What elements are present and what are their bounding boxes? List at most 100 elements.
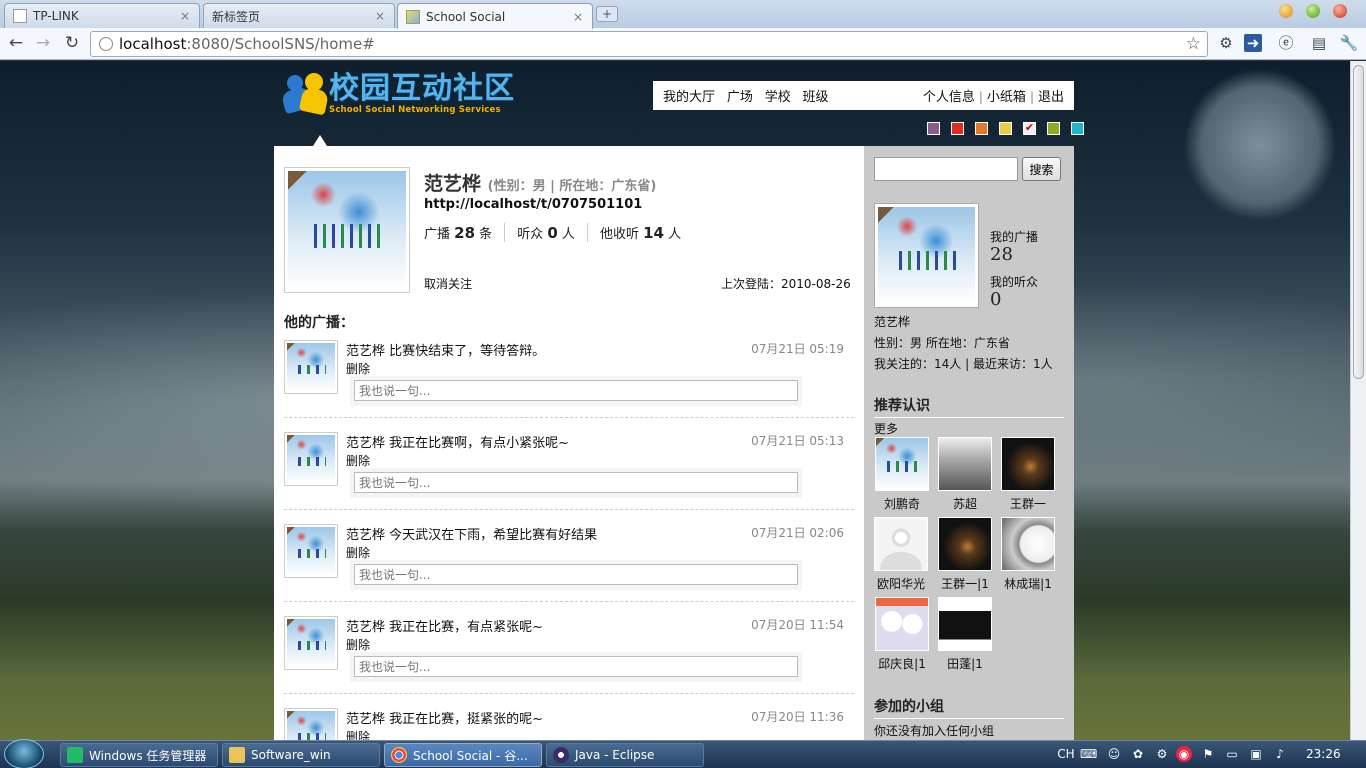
minimize-icon[interactable] [1279,4,1293,18]
post-avatar[interactable] [284,524,338,578]
stat-broadcasts[interactable]: 广播 28 条 [424,223,506,242]
delete-post-link[interactable]: 删除 [346,728,370,740]
page-viewport: 校园互动社区 School Social Networking Services… [0,61,1350,740]
system-clock[interactable]: 23:26 [1306,747,1341,761]
delete-post-link[interactable]: 删除 [346,360,370,377]
theme-swatch-orange[interactable] [975,122,988,135]
tab-new-tab[interactable]: 新标签页 × [203,3,395,28]
start-button-windows-icon[interactable] [4,739,44,768]
volume-icon[interactable]: ♪ [1272,746,1288,762]
nav-class-link[interactable]: 班级 [803,90,829,105]
extension-icon[interactable]: ⚙ [1215,32,1237,54]
post-avatar[interactable] [284,616,338,670]
my-followers-label[interactable]: 我的听众 [990,273,1038,290]
close-icon[interactable]: × [572,10,584,24]
maximize-icon[interactable] [1306,4,1320,18]
qq-icon[interactable]: ☺ [1106,746,1122,762]
wind-chime-photo [287,619,335,667]
antivirus-icon[interactable]: ◉ [1176,746,1192,762]
last-login-date: 2010-08-26 [781,277,851,291]
profile-avatar[interactable] [284,167,410,293]
theme-swatch-selected-check-icon[interactable]: ✔ [1023,122,1036,135]
reply-input[interactable] [354,656,798,677]
address-bar[interactable]: localhost:8080/SchoolSNS/home# ☆ [90,31,1208,57]
nav-hall-link[interactable]: 我的大厅 [663,90,715,105]
tray-app-icon[interactable]: ✿ [1130,746,1146,762]
stat-following[interactable]: 他收听 14 人 [600,223,693,242]
unfollow-link[interactable]: 取消关注 [424,275,472,292]
back-button[interactable]: ← [4,32,28,56]
friend-card[interactable]: 邱庆良|1 [872,597,932,672]
theme-swatch-purple[interactable] [927,122,940,135]
my-avatar[interactable] [874,203,979,308]
device-icon[interactable]: ▭ [1224,746,1240,762]
friend-card[interactable]: 田蓬|1 [935,597,995,672]
keyboard-icon[interactable]: ⌨ [1080,746,1097,762]
new-tab-button[interactable]: + [596,6,618,22]
scrollbar-thumb[interactable] [1353,65,1364,379]
tab-school-social[interactable]: School Social × [397,3,593,29]
nav-logout-link[interactable]: 退出 [1038,90,1064,105]
reload-button[interactable]: ↻ [60,32,84,56]
reply-input[interactable] [354,380,798,401]
chrome-taskbar-button[interactable]: School Social - 谷... [384,743,542,767]
post-avatar[interactable] [284,340,338,394]
search-button[interactable]: 搜索 [1022,157,1061,181]
page-menu-icon[interactable]: ▤ [1308,32,1330,54]
reply-input[interactable] [354,564,798,585]
friend-card[interactable]: 王群一|1 [934,517,996,592]
network-icon[interactable]: ⚙ [1154,746,1170,762]
theme-swatch-yellow[interactable] [999,122,1012,135]
profile-name: 范艺桦 [424,173,482,195]
globe-icon [99,37,113,51]
friend-card[interactable]: 林成瑞|1 [997,517,1059,592]
stat-label: 广播 [424,227,451,242]
ime-indicator[interactable]: CH [1056,746,1076,762]
wrench-icon[interactable]: 🔧 [1338,32,1360,54]
url-text[interactable]: localhost:8080/SchoolSNS/home# [119,35,1186,53]
reply-input[interactable] [354,472,798,493]
stat-followers[interactable]: 听众 0 人 [517,223,588,242]
close-window-icon[interactable] [1333,4,1347,18]
close-icon[interactable]: × [374,9,386,23]
friend-name: 林成瑞|1 [1004,577,1052,591]
post-avatar[interactable] [284,432,338,486]
friend-card[interactable]: 刘鹏奇 [874,437,930,512]
delete-post-link[interactable]: 删除 [346,452,370,469]
software-folder-taskbar-button[interactable]: Software_win [222,743,380,767]
task-manager-taskbar-button[interactable]: Windows 任务管理器 [60,743,218,767]
delete-post-link[interactable]: 删除 [346,544,370,561]
post-text: 范艺桦 比赛快结束了，等待答辩。 [346,344,546,359]
url-path: :8080/SchoolSNS/home# [186,35,375,53]
tab-tp-link[interactable]: TP-LINK × [4,3,200,28]
forward-button[interactable]: → [31,32,55,56]
friend-card[interactable]: 王群一 [1000,437,1056,512]
wind-chime-photo [288,171,406,289]
bookmark-star-icon[interactable]: ☆ [1186,34,1207,54]
nav-profile-link[interactable]: 个人信息 [923,90,975,105]
flag-icon[interactable]: ⚑ [1200,746,1216,762]
post-time: 07月21日 05:19 [751,342,844,356]
delete-post-link[interactable]: 删除 [346,636,370,653]
send-icon[interactable]: ➜ [1244,34,1262,52]
close-icon[interactable]: × [179,9,191,23]
nav-school-link[interactable]: 学校 [765,90,791,105]
groups-empty: 你还没有加入任何小组 [874,724,995,738]
nav-mailbox-link[interactable]: 小纸箱 [987,90,1026,105]
theme-swatch-cyan[interactable] [1071,122,1084,135]
more-link[interactable]: 更多 [874,420,898,437]
monitor-icon[interactable]: ▣ [1248,746,1264,762]
page-scrollbar[interactable] [1350,61,1366,740]
post-avatar[interactable] [284,708,338,740]
friend-card[interactable]: 欧阳华光 [870,517,932,592]
profile-url[interactable]: http://localhost/t/0707501101 [424,197,642,212]
eclipse-taskbar-button[interactable]: Java - Eclipse [546,743,704,767]
site-logo[interactable]: 校园互动社区 School Social Networking Services [280,73,515,116]
nav-plaza-link[interactable]: 广场 [727,90,753,105]
friend-card[interactable]: 苏超 [937,437,993,512]
theme-swatch-olive[interactable] [1047,122,1060,135]
my-broadcast-label[interactable]: 我的广播 [990,228,1038,245]
theme-swatch-red[interactable] [951,122,964,135]
ie-tab-icon[interactable]: ⓔ [1275,32,1297,54]
search-input[interactable] [874,157,1018,181]
